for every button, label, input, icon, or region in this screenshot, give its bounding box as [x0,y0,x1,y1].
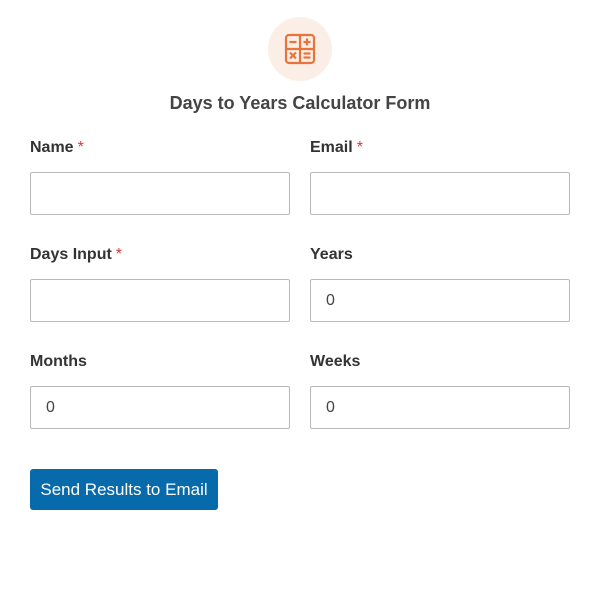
years-label: Years [310,245,570,265]
required-star: * [115,246,123,263]
years-input[interactable] [310,279,570,322]
email-label-text: Email [310,139,353,156]
weeks-label-text: Weeks [310,353,361,370]
email-input[interactable] [310,172,570,215]
name-input[interactable] [30,172,290,215]
name-label: Name * [30,138,290,158]
months-label-text: Months [30,353,87,370]
send-results-button[interactable]: Send Results to Email [30,469,218,510]
weeks-label: Weeks [310,352,570,372]
weeks-field: Weeks [310,352,570,430]
email-field: Email * [310,138,570,216]
calculator-icon [284,33,316,65]
years-label-text: Years [310,246,353,263]
months-label: Months [30,352,290,372]
required-star: * [77,139,84,156]
days-input-label: Days Input * [30,245,290,265]
form-logo [268,17,332,81]
required-star: * [356,139,363,156]
name-field: Name * [30,138,290,216]
email-label: Email * [310,138,570,158]
name-label-text: Name [30,139,74,156]
years-field: Years [310,245,570,323]
days-input-label-text: Days Input [30,246,112,263]
days-input[interactable] [30,279,290,322]
form-title: Days to Years Calculator Form [169,93,431,113]
months-field: Months [30,352,290,430]
months-input[interactable] [30,386,290,429]
weeks-input[interactable] [310,386,570,429]
days-input-field: Days Input * [30,245,290,323]
